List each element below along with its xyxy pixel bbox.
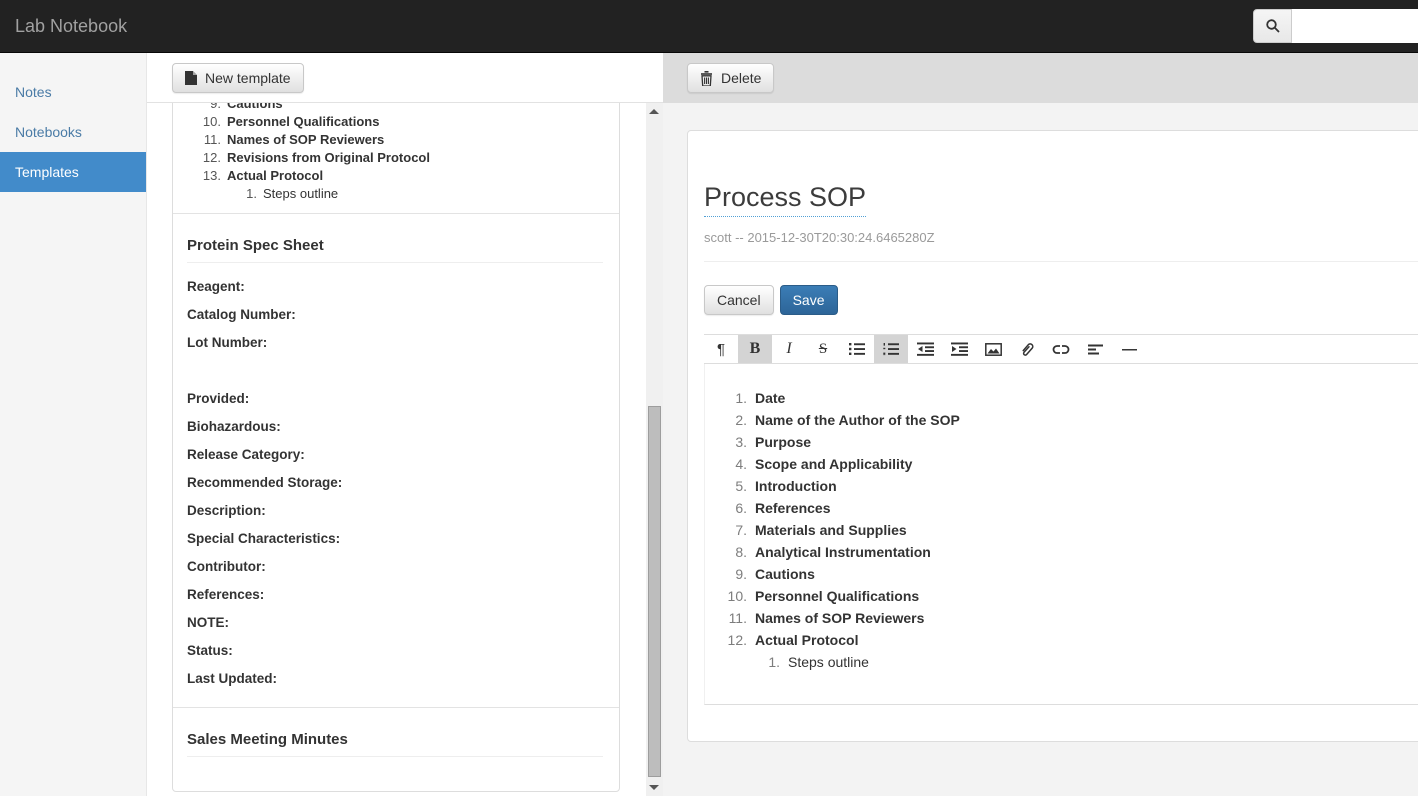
- outdent-icon[interactable]: [908, 335, 942, 363]
- editor-list-item: 2. Name of the Author of the SOP: [705, 409, 1418, 431]
- indent-icon[interactable]: [942, 335, 976, 363]
- editor-list-item: 3. Purpose: [705, 431, 1418, 453]
- search-button[interactable]: [1253, 9, 1292, 43]
- sidebar: Notes Notebooks Templates: [0, 53, 147, 796]
- italic-icon[interactable]: I: [772, 335, 806, 363]
- author-timestamp: scott -- 2015-12-30T20:30:24.6465280Z: [704, 230, 1418, 245]
- editor-list-subitem: 1. Steps outline: [705, 651, 1418, 673]
- templates-panel: New template 9. Cautions 10. Personnel Q…: [147, 53, 663, 796]
- cancel-button[interactable]: Cancel: [704, 285, 774, 315]
- editor-action-bar: Delete: [663, 53, 1418, 103]
- divider: [187, 262, 603, 263]
- strikethrough-icon[interactable]: S: [806, 335, 840, 363]
- templates-card: 9. Cautions 10. Personnel Qualifications…: [172, 103, 620, 792]
- page-title: Process SOP: [704, 131, 1418, 217]
- align-icon[interactable]: [1078, 335, 1112, 363]
- spec-field: [187, 357, 605, 385]
- spec-field: Catalog Number:: [187, 301, 605, 329]
- sidebar-item-notes[interactable]: Notes: [0, 72, 146, 112]
- image-icon[interactable]: [976, 335, 1010, 363]
- editor-list-item: 5. Introduction: [705, 475, 1418, 497]
- scroll-up-arrow-icon[interactable]: [646, 103, 663, 119]
- delete-label: Delete: [721, 70, 761, 86]
- delete-button[interactable]: Delete: [687, 63, 774, 93]
- horizontal-rule-icon[interactable]: —: [1112, 335, 1146, 363]
- search-input[interactable]: [1292, 9, 1418, 43]
- editor-content[interactable]: 1. Date 2. Name of the Author of the SOP…: [704, 364, 1418, 705]
- new-file-icon: [185, 71, 197, 85]
- list-item: 13. Actual Protocol: [187, 167, 605, 185]
- list-item: 11. Names of SOP Reviewers: [187, 131, 605, 149]
- attachment-icon[interactable]: [1010, 335, 1044, 363]
- editor-panel: Delete Process SOP scott -- 2015-12-30T2…: [663, 53, 1418, 796]
- divider: [187, 756, 603, 757]
- spec-field: Provided:: [187, 385, 605, 413]
- editor-list-item: 10. Personnel Qualifications: [705, 585, 1418, 607]
- editor-card: Process SOP scott -- 2015-12-30T20:30:24…: [687, 130, 1418, 742]
- template-item-sales-meeting-minutes[interactable]: Sales Meeting Minutes: [173, 708, 619, 791]
- bold-icon[interactable]: B: [738, 335, 772, 363]
- save-button[interactable]: Save: [780, 285, 838, 315]
- list-subitem: 1. Steps outline: [187, 185, 605, 203]
- template-title: Protein Spec Sheet: [187, 237, 605, 254]
- editor-list-item: 1. Date: [705, 387, 1418, 409]
- list-item: 10. Personnel Qualifications: [187, 113, 605, 131]
- spec-field: Lot Number:: [187, 329, 605, 357]
- ordered-list-icon[interactable]: [874, 335, 908, 363]
- editor-list-item: 11. Names of SOP Reviewers: [705, 607, 1418, 629]
- spec-field: Reagent:: [187, 273, 605, 301]
- editor-list-item: 9. Cautions: [705, 563, 1418, 585]
- templates-scrollbar[interactable]: [646, 103, 663, 796]
- template-title: Sales Meeting Minutes: [187, 731, 605, 748]
- spec-field: Special Characteristics:: [187, 525, 605, 553]
- spec-field: Biohazardous:: [187, 413, 605, 441]
- sidebar-item-templates[interactable]: Templates: [0, 152, 146, 192]
- search-icon: [1265, 18, 1281, 34]
- spec-field: Recommended Storage:: [187, 469, 605, 497]
- spec-field: References:: [187, 581, 605, 609]
- unordered-list-icon[interactable]: [840, 335, 874, 363]
- sidebar-item-notebooks[interactable]: Notebooks: [0, 112, 146, 152]
- search-group: [1253, 9, 1418, 43]
- form-actions: Cancel Save: [704, 285, 1418, 315]
- link-icon[interactable]: [1044, 335, 1078, 363]
- template-item-protein-spec-sheet[interactable]: Protein Spec Sheet Reagent: Catalog Numb…: [173, 214, 619, 707]
- editor-list-item: 8. Analytical Instrumentation: [705, 541, 1418, 563]
- templates-toolbar: New template: [147, 53, 663, 103]
- new-template-label: New template: [205, 70, 291, 86]
- spec-field: Status:: [187, 637, 605, 665]
- spec-field: Release Category:: [187, 441, 605, 469]
- spec-field: Description:: [187, 497, 605, 525]
- spec-field: Last Updated:: [187, 665, 605, 693]
- new-template-button[interactable]: New template: [172, 63, 304, 93]
- trash-icon: [700, 71, 713, 86]
- navbar: Lab Notebook: [0, 0, 1418, 53]
- scrollbar-thumb[interactable]: [648, 406, 661, 777]
- spec-field: Contributor:: [187, 553, 605, 581]
- divider: [704, 261, 1418, 262]
- template-item-process-sop[interactable]: 9. Cautions 10. Personnel Qualifications…: [173, 103, 619, 213]
- brand-link[interactable]: Lab Notebook: [15, 0, 127, 52]
- spec-field: NOTE:: [187, 609, 605, 637]
- editable-title[interactable]: Process SOP: [704, 182, 866, 217]
- paragraph-icon[interactable]: ¶: [704, 335, 738, 363]
- editor-list-item: 4. Scope and Applicability: [705, 453, 1418, 475]
- list-item: 9. Cautions: [187, 103, 605, 113]
- editor-list-item: 12. Actual Protocol: [705, 629, 1418, 651]
- editor-toolbar: ¶ B I S: [704, 334, 1418, 364]
- scroll-down-arrow-icon[interactable]: [646, 780, 663, 796]
- editor-list-item: 6. References: [705, 497, 1418, 519]
- list-item: 12. Revisions from Original Protocol: [187, 149, 605, 167]
- templates-list-viewport: 9. Cautions 10. Personnel Qualifications…: [147, 103, 663, 796]
- editor-list-item: 7. Materials and Supplies: [705, 519, 1418, 541]
